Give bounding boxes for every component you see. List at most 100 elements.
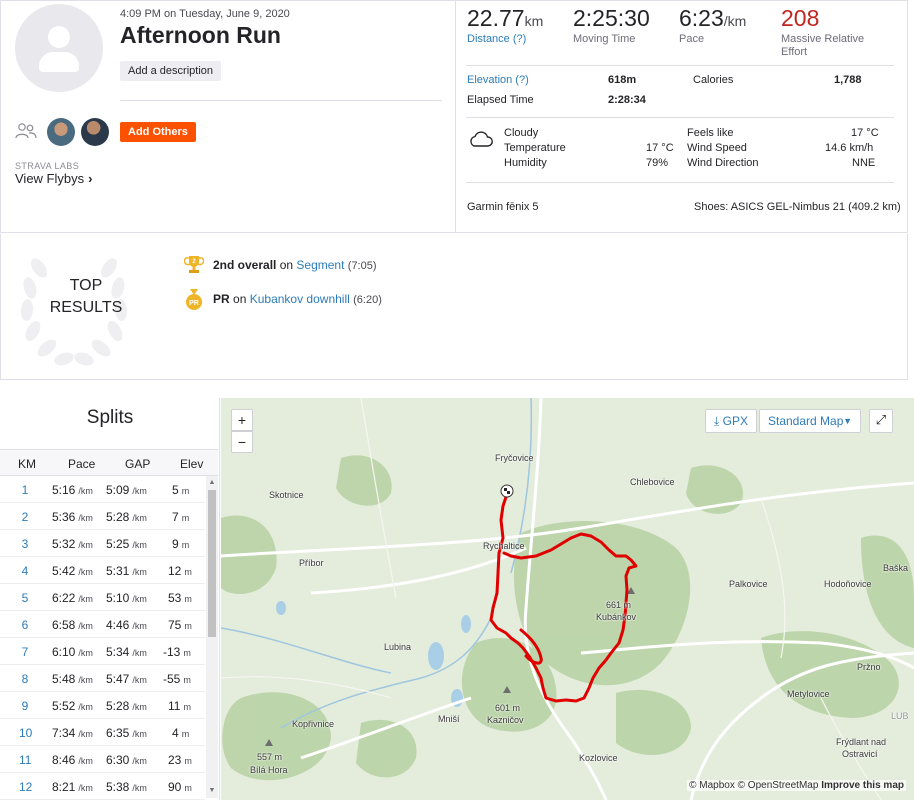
table-row[interactable]: 12 8:21/km 5:38/km 90 m <box>0 773 205 800</box>
column-header-pace: Pace <box>68 457 96 471</box>
splits-scrollbar[interactable]: ▲ ▼ <box>206 476 218 798</box>
divider <box>120 100 442 101</box>
split-elev: 53 m <box>168 591 192 605</box>
activity-header: 4:09 PM on Tuesday, June 9, 2020 Afterno… <box>1 1 456 233</box>
trophy-icon: 2 <box>184 256 204 273</box>
segment-link[interactable]: Kubankov downhill <box>250 292 350 306</box>
table-row[interactable]: 2 5:36/km 5:28/km 7 m <box>0 503 205 530</box>
osm-attribution-link[interactable]: © OpenStreetMap <box>738 780 819 791</box>
route-map[interactable]: + − ⤓ GPX Standard Map ▼ ⤢ Fryčovice Chle… <box>221 398 914 800</box>
divider <box>466 65 894 66</box>
split-km: 12 <box>19 780 33 794</box>
split-pace: 6:58/km <box>52 618 93 632</box>
split-elev: 7m <box>172 510 190 524</box>
split-pace: 5:16/km <box>52 483 93 497</box>
map-place-label: Kubánkov <box>596 612 637 622</box>
temperature-value: 17 °C <box>646 142 674 154</box>
stat-relative-effort[interactable]: 208 Massive Relative Effort <box>781 5 864 58</box>
stat-distance: 22.77km Distance (?) <box>467 5 543 45</box>
map-type-select[interactable]: Standard Map ▼ <box>759 409 861 433</box>
add-description-button[interactable]: Add a description <box>120 61 221 81</box>
distance-unit: km <box>524 13 544 29</box>
relative-effort-value: 208 <box>781 5 820 31</box>
expand-icon: ⤢ <box>875 412 887 427</box>
improve-map-link[interactable]: Improve this map <box>821 780 904 791</box>
fullscreen-button[interactable]: ⤢ <box>869 409 893 433</box>
stat-moving-time: 2:25:30 Moving Time <box>573 5 650 45</box>
divider <box>466 182 894 183</box>
map-place-label: 557 m <box>257 752 283 762</box>
relative-effort-label: Massive Relative <box>781 33 865 45</box>
group-icon <box>15 123 37 139</box>
wind-direction-value: NNE <box>852 157 876 169</box>
table-row[interactable]: 11 8:46/km 6:30/km 23 m <box>0 746 205 773</box>
map-place-label: Kopřivnice <box>292 719 335 729</box>
scroll-up-arrow-icon[interactable]: ▲ <box>208 478 216 488</box>
split-elev: 23 m <box>168 753 192 767</box>
table-row[interactable]: 5 6:22/km 5:10/km 53 m <box>0 584 205 611</box>
weather-condition: Cloudy <box>504 127 539 139</box>
scrollbar-thumb[interactable] <box>208 490 216 637</box>
split-pace: 8:46/km <box>52 753 93 767</box>
mapbox-attribution-link[interactable]: © Mapbox <box>689 780 735 791</box>
elevation-help-link[interactable]: Elevation (?) <box>467 74 529 86</box>
split-km: 6 <box>21 618 29 632</box>
map-place-label: Kazničov <box>487 715 524 725</box>
strava-labs-label: STRAVA LABS <box>15 161 80 171</box>
column-header-elev: Elev <box>180 457 204 471</box>
pr-badge-text: PR <box>189 300 199 307</box>
split-km: 2 <box>21 510 29 524</box>
table-row[interactable]: 10 7:34/km 6:35/km 4 m <box>0 719 205 746</box>
distance-value: 22.77 <box>467 5 525 31</box>
temperature-label: Temperature <box>504 142 566 154</box>
group-athlete-avatar[interactable] <box>81 118 109 146</box>
split-elev: 9m <box>172 537 190 551</box>
split-pace: 5:48/km <box>52 672 93 686</box>
scroll-down-arrow-icon[interactable]: ▼ <box>208 786 216 796</box>
split-gap: 5:28/km <box>106 699 147 713</box>
split-km: 9 <box>21 699 29 713</box>
avatar-placeholder-body <box>39 52 79 72</box>
split-elev: 12 m <box>168 564 192 578</box>
athlete-avatar[interactable] <box>15 4 103 92</box>
achievement-item: PR on Kubankov downhill (6:20) <box>213 292 382 306</box>
table-row[interactable]: 6 6:58/km 4:46/km 75 m <box>0 611 205 638</box>
split-gap: 6:35/km <box>106 726 147 740</box>
view-flybys-label: View Flybys <box>15 171 85 186</box>
export-gpx-button[interactable]: ⤓ GPX <box>705 409 757 433</box>
view-flybys-link[interactable]: View Flybys › <box>15 171 92 186</box>
map-attribution: © Mapbox © OpenStreetMap Improve this ma… <box>687 780 906 791</box>
table-row[interactable]: 7 6:10/km 5:34/km -13 m <box>0 638 205 665</box>
zoom-out-button[interactable]: − <box>231 431 253 453</box>
split-pace: 5:32/km <box>52 537 93 551</box>
table-row[interactable]: 3 5:32/km 5:25/km 9 m <box>0 530 205 557</box>
top-results-section: TOP RESULTS <box>0 234 908 380</box>
distance-help-link[interactable]: Distance (?) <box>467 33 543 45</box>
add-others-button[interactable]: Add Others <box>120 122 196 142</box>
table-row[interactable]: 4 5:42/km 5:31/km 12 m <box>0 557 205 584</box>
top-results-heading-line: RESULTS <box>49 299 123 316</box>
divider <box>466 117 894 118</box>
table-row[interactable]: 8 5:48/km 5:47/km -55 m <box>0 665 205 692</box>
feels-like-value: 17 °C <box>851 127 879 139</box>
splits-table-header: KM Pace GAP Elev <box>0 449 218 476</box>
zoom-in-button[interactable]: + <box>231 409 253 431</box>
split-gap: 6:30/km <box>106 753 147 767</box>
activity-title: Afternoon Run <box>120 22 281 48</box>
map-type-value: Standard Map <box>768 414 844 428</box>
group-athlete-avatar[interactable] <box>47 118 75 146</box>
map-place-label: LUB <box>891 711 909 721</box>
achievement-on: on <box>233 292 247 306</box>
split-km: 4 <box>21 564 29 578</box>
table-row[interactable]: 9 5:52/km 5:28/km 11 m <box>0 692 205 719</box>
map-place-label: Ostravicí <box>842 749 878 759</box>
split-pace: 6:10/km <box>52 645 93 659</box>
segment-link[interactable]: Segment <box>296 258 344 272</box>
stat-pace: 6:23/km Pace <box>679 5 746 45</box>
activity-summary: 4:09 PM on Tuesday, June 9, 2020 Afterno… <box>0 0 908 233</box>
map-place-label: 661 m <box>606 600 632 610</box>
table-row[interactable]: 1 5:16/km 5:09/km 5 m <box>0 476 205 503</box>
split-pace: 5:42/km <box>52 564 93 578</box>
humidity-label: Humidity <box>504 157 547 169</box>
split-elev: -13 m <box>163 645 191 659</box>
